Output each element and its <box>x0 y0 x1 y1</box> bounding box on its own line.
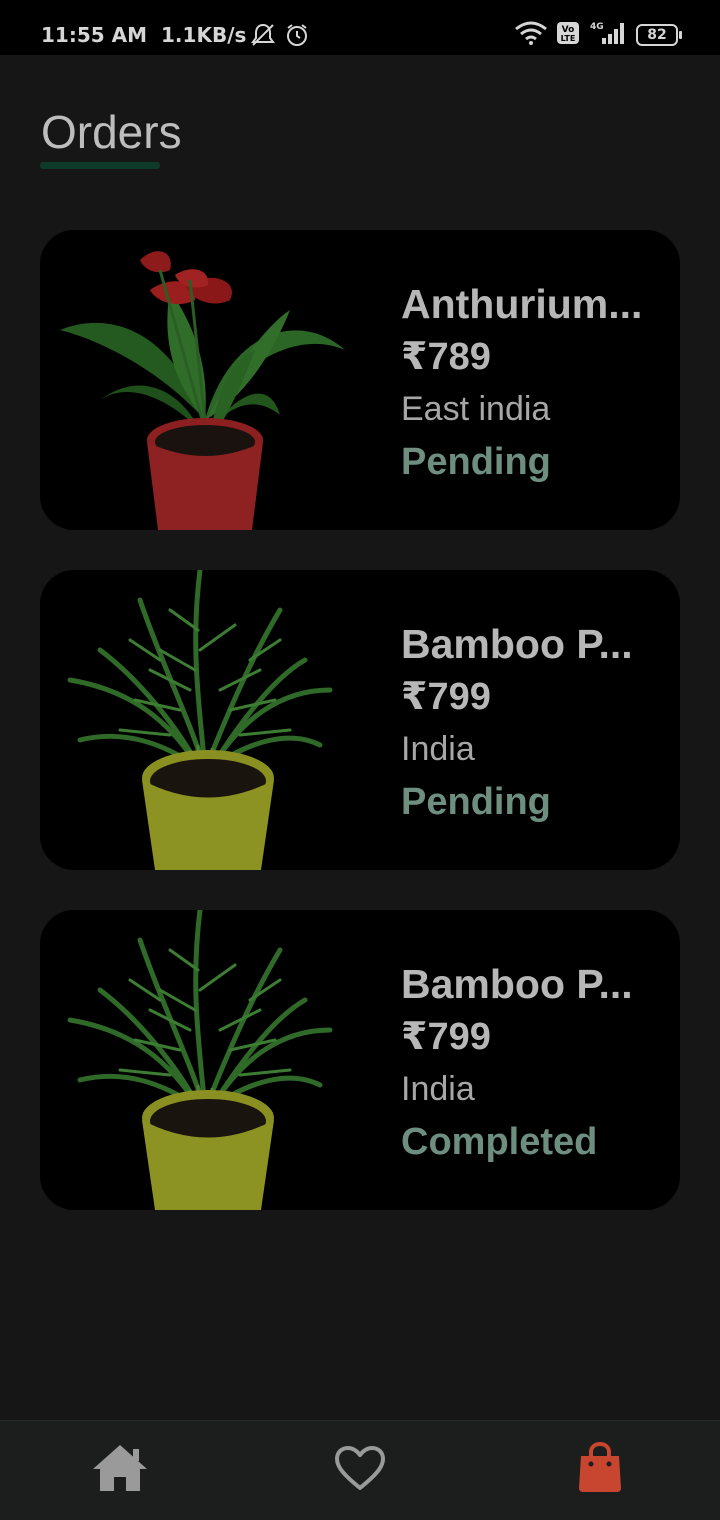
heart-icon <box>334 1445 386 1496</box>
alarm-icon <box>284 22 310 48</box>
status-bar: 11:55 AM 1.1KB/s Vo LTE 4G 82 <box>0 0 720 55</box>
cellular-signal-icon: 4G <box>588 20 628 51</box>
order-card[interactable]: Bamboo P... ₹799 India Pending <box>40 570 680 870</box>
anthurium-plant-image <box>40 230 370 530</box>
status-left: 11:55 AM 1.1KB/s <box>41 22 310 48</box>
order-location: East india <box>401 390 551 428</box>
order-price: ₹799 <box>401 676 491 718</box>
order-status: Pending <box>401 781 551 823</box>
status-right: Vo LTE 4G 82 <box>514 20 684 50</box>
wifi-icon <box>514 20 548 51</box>
status-time: 11:55 AM <box>41 23 148 47</box>
order-info: Bamboo P... ₹799 India Pending <box>401 618 661 830</box>
order-price: ₹799 <box>401 1016 491 1058</box>
order-card[interactable]: Bamboo P... ₹799 India Completed <box>40 910 680 1210</box>
order-price: ₹789 <box>401 336 491 378</box>
order-info: Bamboo P... ₹799 India Completed <box>401 958 661 1170</box>
svg-text:LTE: LTE <box>561 34 576 43</box>
notification-muted-icon <box>250 22 276 48</box>
page-title: Orders <box>41 106 182 158</box>
order-name: Anthurium... <box>401 281 643 327</box>
bamboo-palm-plant-image <box>40 570 370 870</box>
bamboo-palm-plant-image <box>40 910 370 1210</box>
nav-home-button[interactable] <box>85 1435 155 1505</box>
volte-icon: Vo LTE <box>556 21 580 50</box>
order-name: Bamboo P... <box>401 961 633 1007</box>
nav-favorites-button[interactable] <box>325 1435 395 1505</box>
orders-screen: 11:55 AM 1.1KB/s Vo LTE 4G 82 Orders Ant… <box>0 0 720 1520</box>
shopping-bag-icon <box>577 1441 623 1499</box>
bottom-navigation <box>0 1420 720 1520</box>
order-location: India <box>401 730 475 768</box>
order-location: India <box>401 1070 475 1108</box>
order-info: Anthurium... ₹789 East india Pending <box>401 278 661 490</box>
order-status: Completed <box>401 1121 598 1163</box>
home-icon <box>91 1443 149 1498</box>
battery-icon: 82 <box>636 24 684 46</box>
nav-cart-button[interactable] <box>565 1435 635 1505</box>
order-name: Bamboo P... <box>401 621 633 667</box>
order-card[interactable]: Anthurium... ₹789 East india Pending <box>40 230 680 530</box>
title-underline <box>40 162 160 169</box>
network-speed: 1.1KB/s <box>161 23 247 47</box>
network-type: 4G <box>590 22 604 32</box>
battery-level: 82 <box>647 27 667 43</box>
order-status: Pending <box>401 441 551 483</box>
